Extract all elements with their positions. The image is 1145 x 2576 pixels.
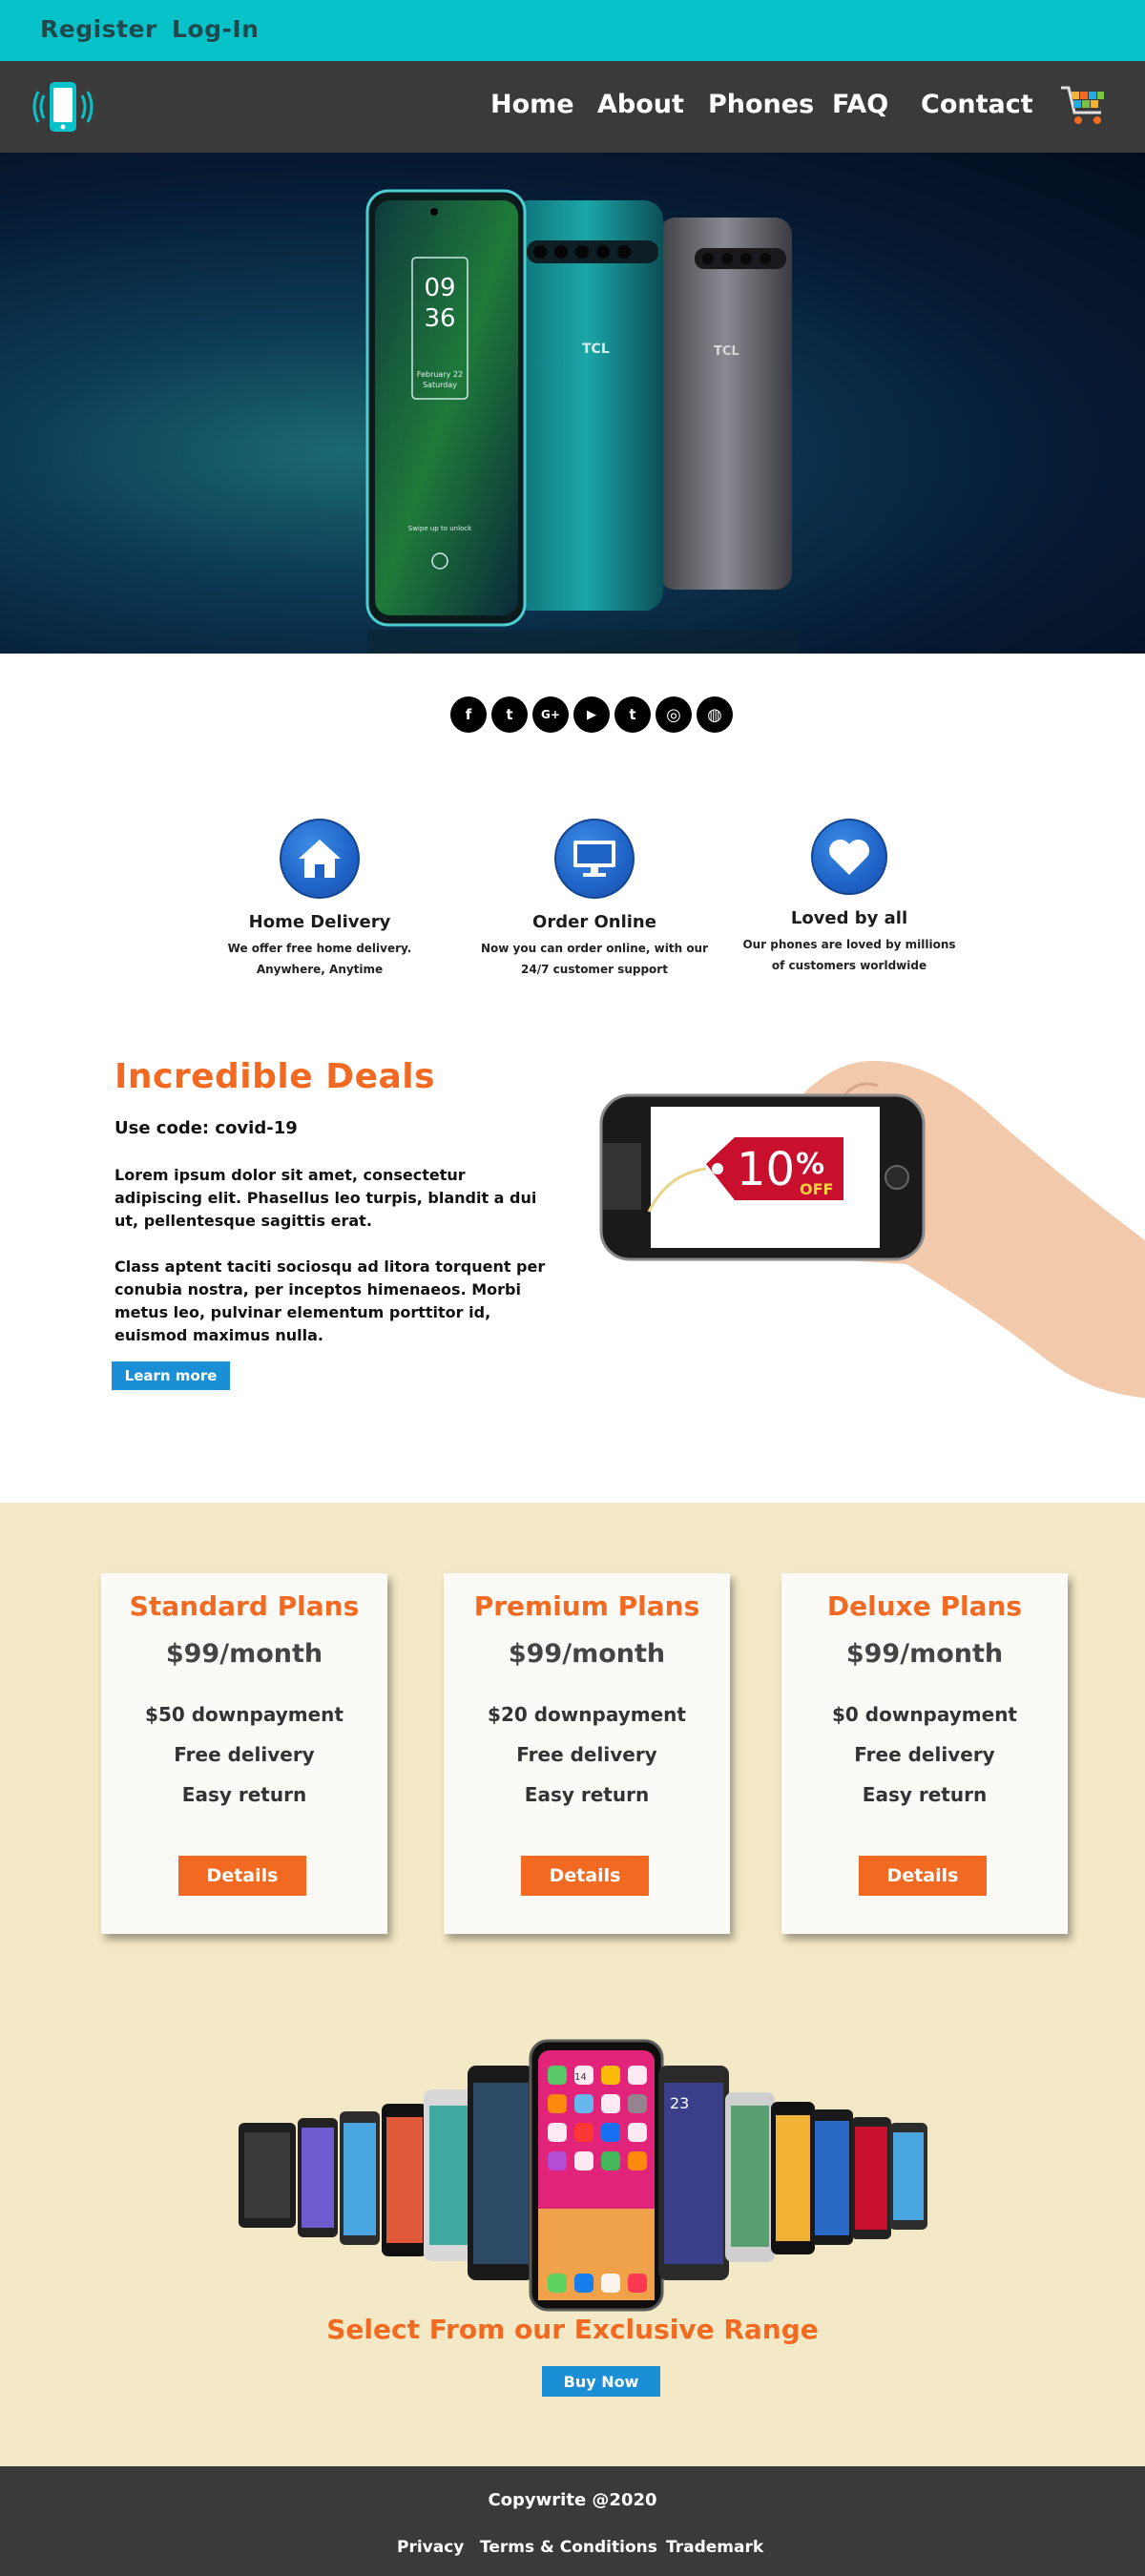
nav-phones[interactable]: Phones xyxy=(708,90,814,119)
heart-icon xyxy=(811,819,887,895)
home-icon xyxy=(280,819,360,899)
feature-title: Order Online xyxy=(532,912,656,932)
deals-code: Use code: covid-19 xyxy=(114,1118,298,1138)
plan-downpayment: $20 downpayment xyxy=(488,1703,686,1726)
range-phone-date: 14 xyxy=(574,2072,587,2083)
feature-loved-by-all: Loved by all Our phones are loved by mil… xyxy=(725,819,973,976)
feature-desc: Now you can order online, with our 24/7 c… xyxy=(480,942,709,976)
facebook-icon[interactable]: f xyxy=(450,696,487,733)
nav-contact[interactable]: Contact xyxy=(921,90,1033,119)
buy-now-button[interactable]: Buy Now xyxy=(542,2366,660,2397)
plan-price: $99/month xyxy=(165,1639,323,1669)
footer-privacy-link[interactable]: Privacy xyxy=(397,2538,464,2557)
learn-more-button[interactable]: Learn more xyxy=(112,1361,230,1390)
plan-return: Easy return xyxy=(181,1783,307,1806)
hero-date: February 22 xyxy=(417,370,463,379)
hero-unlock-hint: Swipe up to unlock xyxy=(408,525,472,532)
footer xyxy=(0,2466,1145,2576)
tumblr-icon[interactable]: t xyxy=(614,696,651,733)
details-button[interactable]: Details xyxy=(178,1856,306,1896)
feature-desc: Our phones are loved by millions of custo… xyxy=(742,938,956,972)
deals-title: Incredible Deals xyxy=(114,1057,436,1096)
hero-time-hour: 09 xyxy=(424,274,455,302)
google-plus-icon[interactable]: G+ xyxy=(532,696,569,733)
nav-home[interactable]: Home xyxy=(490,90,574,119)
plan-return: Easy return xyxy=(862,1783,988,1806)
top-bar: Register Log-In xyxy=(0,0,1145,61)
tag-percent: 10 xyxy=(737,1143,795,1196)
discount-phone-image: 10 % OFF xyxy=(599,1060,1145,1398)
cart-icon[interactable] xyxy=(1059,80,1109,130)
register-link[interactable]: Register xyxy=(40,15,157,43)
tag-off: OFF xyxy=(800,1180,833,1198)
deals-paragraph-1: Lorem ipsum dolor sit amet, consectetur … xyxy=(114,1166,537,1230)
main-nav: Home About Phones FAQ Contact xyxy=(0,61,1145,153)
social-bar: f t G+ ▶ t ◎ ◍ xyxy=(0,696,1145,735)
plan-name: Premium Plans xyxy=(473,1590,700,1622)
plan-card-deluxe: Deluxe Plans $99/month $0 downpayment Fr… xyxy=(781,1573,1068,1934)
youtube-icon[interactable]: ▶ xyxy=(573,696,610,733)
plan-name: Standard Plans xyxy=(129,1590,360,1622)
hero-day: Saturday xyxy=(423,381,457,389)
logo-phone-icon[interactable] xyxy=(25,78,101,135)
monitor-icon xyxy=(554,819,635,899)
hero-phones-image: TCL TCL 09 36 February 22 Saturday Swipe… xyxy=(365,189,797,654)
feature-home-delivery: Home Delivery We offer free home deliver… xyxy=(196,819,444,980)
footer-terms-link[interactable]: Terms & Conditions xyxy=(480,2538,657,2557)
plan-name: Deluxe Plans xyxy=(826,1590,1023,1622)
instagram-icon[interactable]: ◎ xyxy=(656,696,692,733)
plan-delivery: Free delivery xyxy=(174,1743,315,1766)
plan-downpayment: $50 downpayment xyxy=(145,1703,344,1726)
feature-title: Home Delivery xyxy=(248,912,391,932)
hero-banner: TCL TCL 09 36 February 22 Saturday Swipe… xyxy=(0,153,1145,654)
twitter-icon[interactable]: t xyxy=(491,696,528,733)
range-title: Select From our Exclusive Range xyxy=(326,2314,819,2345)
details-button[interactable]: Details xyxy=(521,1856,649,1896)
range-phone-time: 23 xyxy=(670,2094,689,2112)
feature-order-online: Order Online Now you can order online, w… xyxy=(470,819,718,980)
gray-phone-brand: TCL xyxy=(714,344,739,359)
plan-downpayment: $0 downpayment xyxy=(831,1703,1017,1726)
details-button[interactable]: Details xyxy=(859,1856,987,1896)
dribbble-icon[interactable]: ◍ xyxy=(697,696,733,733)
plan-card-premium: Premium Plans $99/month $20 downpayment … xyxy=(444,1573,730,1934)
feature-title: Loved by all xyxy=(790,908,908,928)
login-link[interactable]: Log-In xyxy=(172,15,259,43)
plan-delivery: Free delivery xyxy=(854,1743,995,1766)
teal-phone-brand: TCL xyxy=(582,342,610,357)
plan-delivery: Free delivery xyxy=(516,1743,657,1766)
plan-price: $99/month xyxy=(845,1639,1004,1669)
phone-range-image: 14 23 xyxy=(239,2039,927,2312)
footer-trademark-link[interactable]: Trademark xyxy=(666,2538,763,2557)
page: Register Log-In Home About Phones FAQ Co… xyxy=(0,0,1145,2576)
plan-return: Easy return xyxy=(524,1783,650,1806)
feature-desc: We offer free home delivery. Anywhere, An… xyxy=(227,942,412,976)
footer-copyright: Copywrite @2020 xyxy=(488,2490,657,2510)
hero-time-min: 36 xyxy=(424,304,455,333)
nav-faq[interactable]: FAQ xyxy=(832,90,888,119)
plan-price: $99/month xyxy=(508,1639,666,1669)
nav-about[interactable]: About xyxy=(597,90,684,119)
deals-paragraph-2: Class aptent taciti sociosqu ad litora t… xyxy=(114,1257,546,1344)
tag-percent-sign: % xyxy=(796,1148,824,1181)
plan-card-standard: Standard Plans $99/month $50 downpayment… xyxy=(101,1573,387,1934)
